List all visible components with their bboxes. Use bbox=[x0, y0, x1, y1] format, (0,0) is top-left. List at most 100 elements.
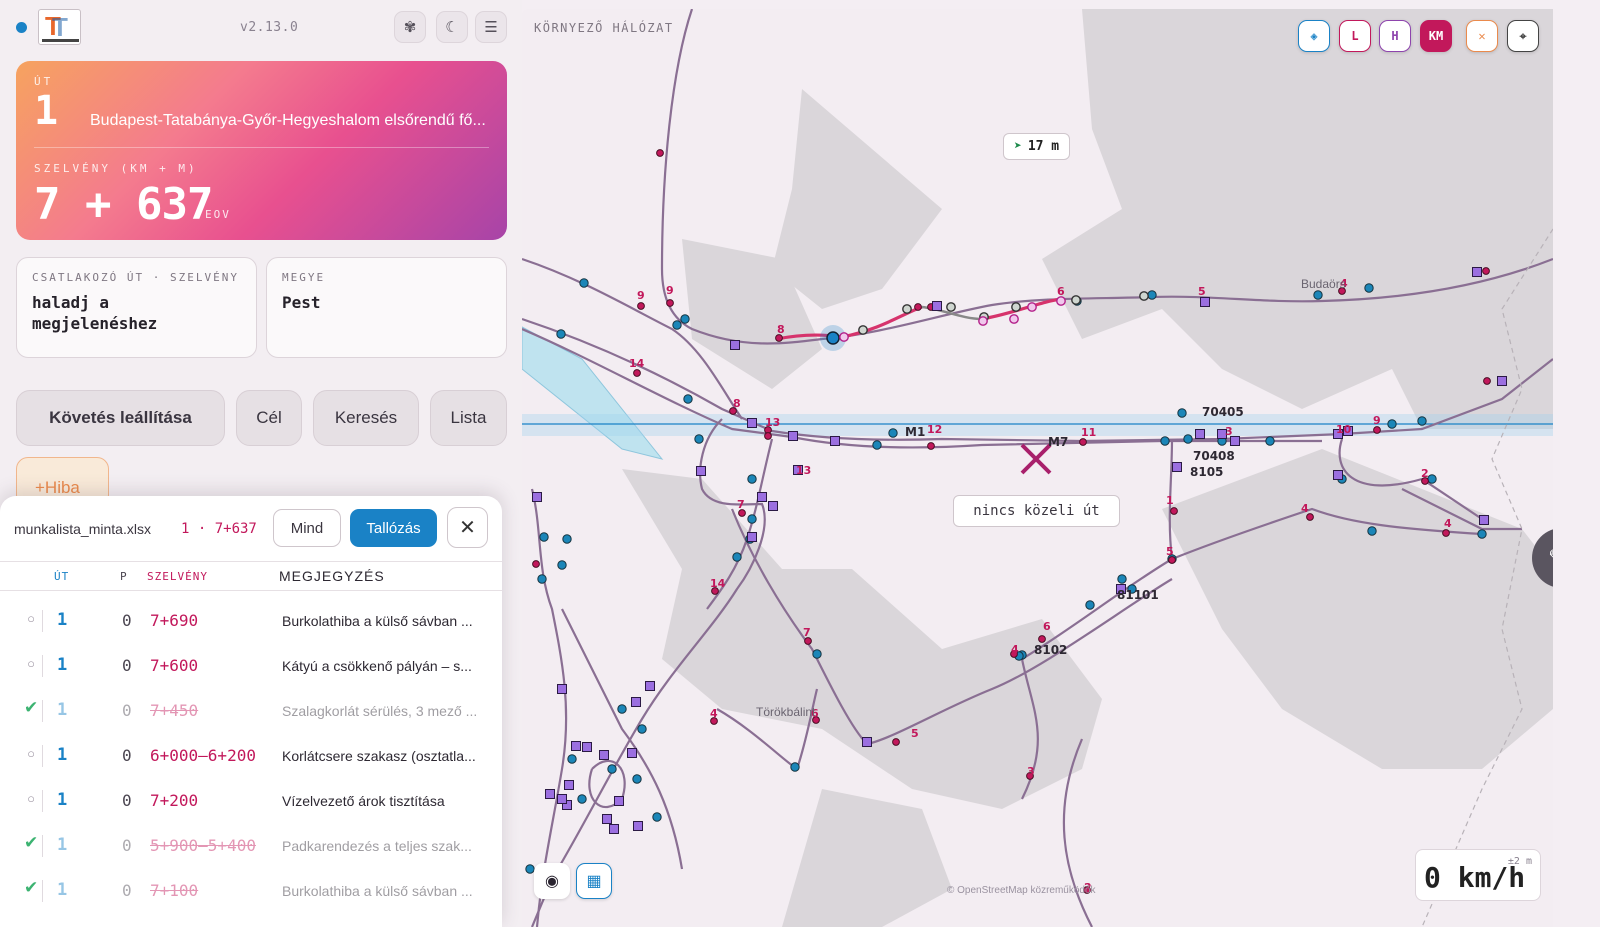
screenshot-button[interactable]: ◉ bbox=[534, 863, 570, 899]
worklist-header: munkalista_minta.xlsx 1 · 7+637 Mind Tal… bbox=[0, 496, 502, 562]
county-value: Pest bbox=[282, 293, 321, 312]
worklist-row[interactable]: ✔ 1 0 7+450 Szalagkorlát sérülés, 3 mező ... bbox=[0, 688, 502, 733]
segment-node bbox=[1009, 314, 1019, 324]
km-node bbox=[532, 560, 540, 568]
show-all-button[interactable]: Mind bbox=[273, 509, 341, 547]
add-error-label: +Hiba bbox=[35, 478, 80, 497]
structure-node bbox=[602, 814, 612, 824]
right-side-button[interactable]: H bbox=[1379, 20, 1411, 52]
junction-node bbox=[1183, 434, 1193, 444]
worklist-position: 1 · 7+637 bbox=[181, 521, 257, 537]
dark-mode-button[interactable]: ☾ bbox=[436, 11, 468, 43]
map-view[interactable]: 9 9 8 8 14 13 13 12 11 7 6 5 4 14 7 6 5 4 5 4 6 4 3 2 9 2 4 3 10 1 M1 M… bbox=[522, 9, 1553, 927]
target-button[interactable]: Cél bbox=[236, 390, 302, 446]
km-marker-label: 9 bbox=[637, 289, 645, 302]
row-note: Kátyú a csökkenő pályán – s... bbox=[282, 658, 472, 674]
junction-node bbox=[652, 812, 662, 822]
app-logo: TT bbox=[38, 9, 81, 45]
left-side-button[interactable]: L bbox=[1339, 20, 1371, 52]
junction-node bbox=[672, 320, 682, 330]
km-node bbox=[637, 302, 645, 310]
km-marker-label: 1 bbox=[1166, 494, 1174, 507]
search-button[interactable]: Keresés bbox=[313, 390, 419, 446]
road-number-label: 81101 bbox=[1117, 588, 1159, 602]
worklist-row[interactable]: ○ 1 0 7+200 Vízelvezető árok tisztítása bbox=[0, 778, 502, 823]
segment-node bbox=[1056, 296, 1066, 306]
browse-button[interactable]: Tallózás bbox=[350, 509, 437, 547]
structure-node bbox=[862, 737, 872, 747]
junction-node bbox=[537, 574, 547, 584]
junction-node bbox=[1117, 574, 1127, 584]
worklist-columns: ÚT P SZELVÉNY MEGJEGYZÉS bbox=[0, 562, 502, 591]
list-button[interactable]: Lista bbox=[430, 390, 507, 446]
row-divider bbox=[42, 790, 43, 812]
structure-node bbox=[631, 697, 641, 707]
worklist-row[interactable]: ○ 1 0 7+690 Burkolathiba a külső sávban ... bbox=[0, 598, 502, 643]
row-status-icon: ○ bbox=[27, 746, 35, 761]
row-p: 0 bbox=[122, 611, 132, 630]
km-markers-button[interactable]: KM bbox=[1420, 20, 1452, 52]
km-marker-label: 13 bbox=[765, 416, 780, 429]
layers-button[interactable]: ◈ bbox=[1298, 20, 1330, 52]
structure-node bbox=[557, 794, 567, 804]
row-divider bbox=[42, 700, 43, 722]
palette-button[interactable]: ✾ bbox=[394, 11, 426, 43]
road-label: ÚT bbox=[34, 75, 54, 88]
row-note: Padkarendezés a teljes szak... bbox=[282, 838, 472, 854]
row-note: Vízelvezető árok tisztítása bbox=[282, 793, 445, 809]
km-node bbox=[1373, 426, 1381, 434]
junction-node bbox=[694, 434, 704, 444]
row-divider bbox=[42, 880, 43, 902]
km-marker-label: 8 bbox=[777, 323, 785, 336]
col-p: P bbox=[120, 570, 128, 583]
junction-node bbox=[747, 514, 757, 524]
junction-node bbox=[617, 704, 627, 714]
worklist-row[interactable]: ✔ 1 0 7+100 Burkolathiba a külső sávban ... bbox=[0, 868, 502, 913]
km-marker-label: 4 bbox=[1444, 517, 1452, 530]
km-marker-label: 5 bbox=[911, 727, 919, 740]
structure-node bbox=[1172, 462, 1182, 472]
junction-node bbox=[1387, 419, 1397, 429]
km-node bbox=[1038, 635, 1046, 643]
structure-node bbox=[830, 436, 840, 446]
junction-node bbox=[1477, 529, 1487, 539]
road-number-label: M7 bbox=[1048, 435, 1068, 449]
worklist-row[interactable]: ✔ 1 0 5+900–5+400 Padkarendezés a teljes sza… bbox=[0, 823, 502, 868]
junction-node bbox=[632, 774, 642, 784]
stop-tracking-button[interactable]: Követés leállítása bbox=[16, 390, 225, 446]
row-km: 7+100 bbox=[150, 881, 199, 900]
km-node bbox=[633, 369, 641, 377]
gps-accuracy: ±2 m bbox=[1507, 856, 1532, 867]
structure-node bbox=[557, 684, 567, 694]
worklist-panel: munkalista_minta.xlsx 1 · 7+637 Mind Tal… bbox=[0, 496, 502, 927]
row-road: 1 bbox=[57, 745, 68, 765]
junction-node bbox=[1265, 436, 1275, 446]
locate-button[interactable]: ⌖ bbox=[1507, 20, 1539, 52]
row-p: 0 bbox=[122, 746, 132, 765]
km-marker-label: 6 bbox=[1057, 285, 1065, 298]
grid-icon: ▦ bbox=[586, 873, 602, 890]
road-number-label: 8105 bbox=[1190, 465, 1223, 479]
grid-toggle-button[interactable]: ▦ bbox=[576, 863, 612, 899]
structure-node bbox=[571, 741, 581, 751]
row-note: Burkolathiba a külső sávban ... bbox=[282, 613, 473, 629]
speed-display: 0 km/h ±2 m bbox=[1415, 849, 1541, 901]
worklist-row[interactable]: ○ 1 0 6+000–6+200 Korlátcsere szakasz (oszta… bbox=[0, 733, 502, 778]
close-worklist-button[interactable]: ✕ bbox=[447, 507, 488, 548]
clear-button[interactable]: ✕ bbox=[1466, 20, 1498, 52]
camera-icon: ◉ bbox=[545, 873, 559, 890]
junction-node bbox=[747, 474, 757, 484]
junction-node bbox=[556, 329, 566, 339]
structure-node bbox=[599, 750, 609, 760]
direction-arrow-icon: ➤ bbox=[1014, 139, 1022, 154]
km-marker-label: 4 bbox=[710, 707, 718, 720]
junction-node bbox=[1147, 290, 1157, 300]
county-label: MEGYE bbox=[282, 271, 326, 284]
menu-button[interactable]: ☰ bbox=[475, 11, 507, 43]
no-road-label: nincs közeli út bbox=[953, 495, 1120, 527]
worklist-row[interactable]: ○ 1 0 7+600 Kátyú a csökkenő pályán – s... bbox=[0, 643, 502, 688]
structure-node bbox=[932, 301, 942, 311]
segment-node bbox=[946, 302, 956, 312]
county-card: MEGYE Pest bbox=[266, 257, 507, 358]
segment-node bbox=[839, 332, 849, 342]
